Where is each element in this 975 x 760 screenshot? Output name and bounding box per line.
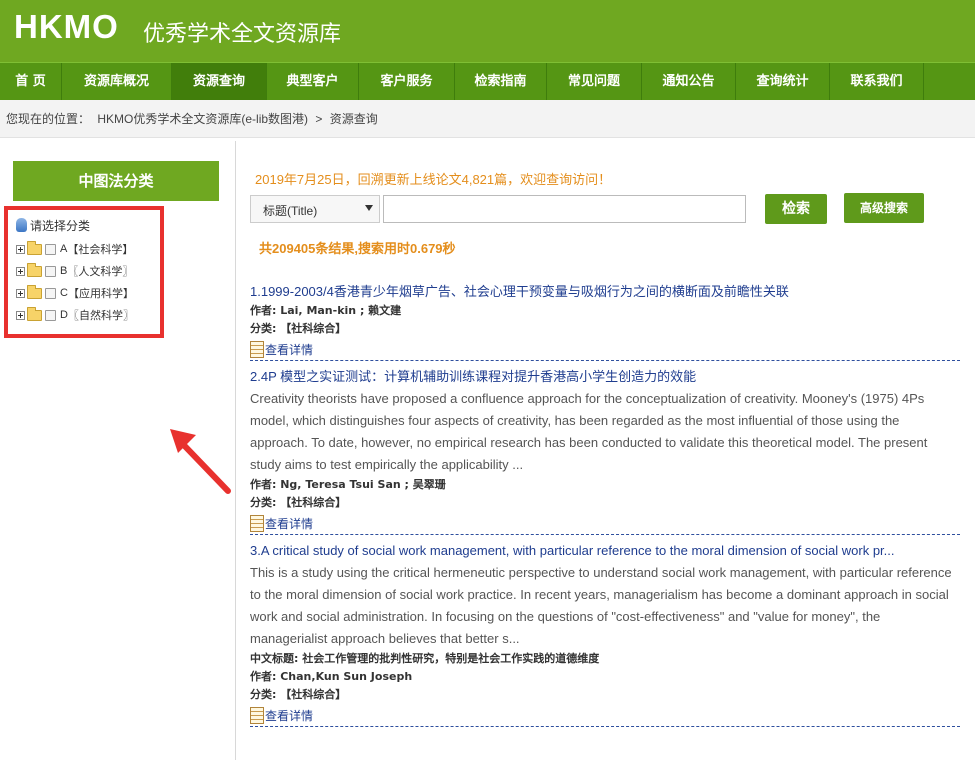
nav-item[interactable]: 首 页 — [0, 63, 62, 100]
tree-row[interactable]: D 〖自然科学〗 — [16, 304, 160, 326]
sidebar: 中图法分类 请选择分类 A 【社会科学】 B 〖人文科学〗 C 【应用科学】 D 〖自然科学〗 — [0, 141, 236, 760]
search-button[interactable]: 检索 — [765, 194, 827, 224]
expand-icon[interactable] — [16, 244, 25, 254]
update-notice: 2019年7月25日，回溯更新上线论文4,821篇，欢迎查询访问！ — [255, 172, 612, 187]
result-item: 2.4P 模型之实证测试：计算机辅助训练课程对提升香港高小学生创造力的效能 Cre… — [250, 361, 960, 535]
document-icon — [250, 515, 264, 532]
expand-icon[interactable] — [16, 266, 25, 276]
category-checkbox[interactable] — [45, 287, 56, 299]
site-header: HKMO 优秀学术全文资源库 — [0, 0, 975, 62]
nav-item[interactable]: 常见问题 — [547, 63, 642, 100]
category-label[interactable]: 〖人文科学〗 — [67, 263, 133, 279]
category-label[interactable]: 〖自然科学〗 — [68, 307, 134, 323]
nav-item[interactable]: 资源库概况 — [62, 63, 172, 100]
tree-row[interactable]: A 【社会科学】 — [16, 238, 160, 260]
breadcrumb-home-link[interactable]: HKMO优秀学术全文资源库(e-lib数图港) — [97, 112, 308, 126]
result-abstract: This is a study using the critical herme… — [250, 565, 952, 646]
nav-item[interactable]: 典型客户 — [267, 63, 359, 100]
result-list: 1.1999-2003/4香港青少年烟草广告、社会心理干预变量与吸烟行为之间的横… — [250, 276, 960, 727]
category-code: A — [60, 243, 68, 255]
result-category: 分类: 【社科综合】 — [250, 688, 347, 701]
nav-item[interactable]: 检索指南 — [455, 63, 547, 100]
result-author: 作者: Lai, Man-kin ; 赖文建 — [250, 304, 402, 317]
category-code: D — [60, 309, 68, 321]
red-arrow-annotation — [170, 429, 231, 494]
breadcrumb-prefix: 您现在的位置： — [6, 112, 91, 126]
nav-item[interactable]: 通知公告 — [642, 63, 736, 100]
nav-item[interactable]: 资源查询 — [172, 63, 267, 100]
expand-icon[interactable] — [16, 310, 25, 320]
result-category: 分类: 【社科综合】 — [250, 322, 347, 335]
tree-root-label: 请选择分类 — [30, 218, 91, 233]
view-detail-link[interactable]: 查看详情 — [250, 338, 960, 358]
search-field-selected: 标题(Title) — [263, 204, 318, 218]
result-category: 分类: 【社科综合】 — [250, 496, 347, 509]
result-author: 作者: Ng, Teresa Tsui San ; 吴翠珊 — [250, 478, 446, 491]
result-stats: 共209405条结果,搜索用时0.679秒 — [259, 241, 456, 256]
site-subtitle: 优秀学术全文资源库 — [143, 22, 342, 47]
category-tree: 请选择分类 A 【社会科学】 B 〖人文科学〗 C 【应用科学】 D 〖自然科学〗 — [4, 206, 164, 338]
folder-icon — [27, 240, 42, 255]
logo[interactable]: HKMO — [14, 8, 119, 46]
view-detail-link[interactable]: 查看详情 — [250, 704, 960, 724]
folder-icon — [27, 262, 42, 277]
result-title-link[interactable]: 3.A critical study of social work manage… — [250, 541, 960, 561]
view-detail-label: 查看详情 — [265, 343, 314, 357]
category-checkbox[interactable] — [45, 265, 56, 277]
category-panel-title: 中图法分类 — [13, 161, 219, 201]
folder-icon — [27, 284, 42, 299]
database-icon — [16, 218, 27, 232]
category-code: C — [60, 287, 68, 299]
main-nav: 首 页资源库概况 资源查询 典型客户 客户服务 检索指南 常见问题 通知公告 查询统计 联系我们 — [0, 62, 975, 100]
result-chinese-title: 中文标题: 社会工作管理的批判性研究，特别是社会工作实践的道德维度 — [250, 652, 600, 665]
view-detail-link[interactable]: 查看详情 — [250, 512, 960, 532]
category-code: B — [60, 265, 68, 277]
result-item: 3.A critical study of social work manage… — [250, 535, 960, 727]
result-title-link[interactable]: 2.4P 模型之实证测试：计算机辅助训练课程对提升香港高小学生创造力的效能 — [250, 367, 960, 387]
main-content: 2019年7月25日，回溯更新上线论文4,821篇，欢迎查询访问！ 标题(Tit… — [236, 141, 975, 760]
tree-row[interactable]: B 〖人文科学〗 — [16, 260, 160, 282]
result-abstract: Creativity theorists have proposed a con… — [250, 391, 928, 472]
result-item: 1.1999-2003/4香港青少年烟草广告、社会心理干预变量与吸烟行为之间的横… — [250, 276, 960, 361]
chevron-down-icon — [365, 205, 373, 211]
expand-icon[interactable] — [16, 288, 25, 298]
tree-root[interactable]: 请选择分类 — [16, 216, 160, 234]
nav-item[interactable]: 查询统计 — [736, 63, 830, 100]
search-input[interactable] — [383, 195, 746, 223]
category-label[interactable]: 【应用科学】 — [68, 285, 134, 301]
document-icon — [250, 341, 264, 358]
category-checkbox[interactable] — [45, 243, 56, 255]
breadcrumb-separator: > — [315, 112, 323, 126]
nav-item[interactable]: 客户服务 — [359, 63, 455, 100]
advanced-search-button[interactable]: 高级搜索 — [844, 193, 924, 223]
view-detail-label: 查看详情 — [265, 517, 314, 531]
result-author: 作者: Chan,Kun Sun Joseph — [250, 670, 413, 683]
view-detail-label: 查看详情 — [265, 709, 314, 723]
breadcrumb: 您现在的位置： HKMO优秀学术全文资源库(e-lib数图港) > 资源查询 — [0, 100, 975, 138]
nav-item[interactable]: 联系我们 — [830, 63, 924, 100]
document-icon — [250, 707, 264, 724]
folder-icon — [27, 306, 42, 321]
tree-row[interactable]: C 【应用科学】 — [16, 282, 160, 304]
category-checkbox[interactable] — [45, 309, 56, 321]
category-label[interactable]: 【社会科学】 — [67, 241, 133, 257]
result-title-link[interactable]: 1.1999-2003/4香港青少年烟草广告、社会心理干预变量与吸烟行为之间的横… — [250, 282, 960, 302]
search-field-select[interactable]: 标题(Title) — [250, 195, 380, 223]
breadcrumb-current: 资源查询 — [329, 112, 378, 126]
